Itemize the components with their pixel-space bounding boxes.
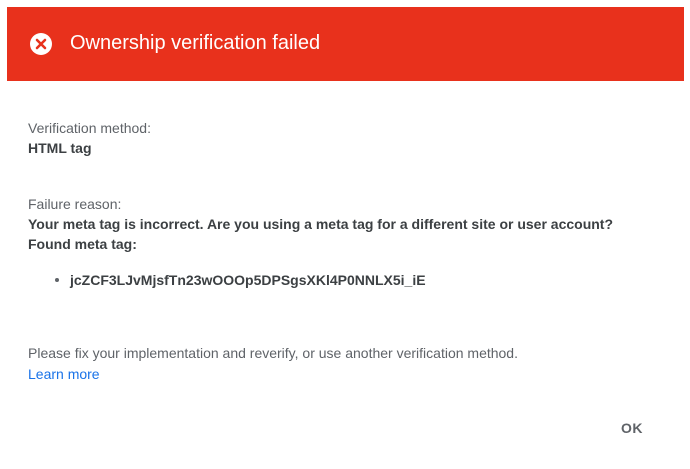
error-circle-x-icon <box>29 32 53 56</box>
verification-failed-dialog: Ownership verification failed Verificati… <box>0 0 690 469</box>
failure-reason-label: Failure reason: <box>28 196 122 212</box>
found-meta-tag-label: Found meta tag: <box>28 236 137 252</box>
verification-method-label: Verification method: <box>28 120 151 136</box>
dialog-title: Ownership verification failed <box>70 32 321 54</box>
found-meta-tag-item: jcZCF3LJvMjsfTn23wOOOp5DPSgsXKl4P0NNLX5i… <box>52 270 668 290</box>
found-meta-tag-list: jcZCF3LJvMjsfTn23wOOOp5DPSgsXKl4P0NNLX5i… <box>28 270 668 290</box>
fix-instructions: Please fix your implementation and rever… <box>28 345 518 361</box>
dialog-header: Ownership verification failed <box>7 7 684 81</box>
found-meta-tag-value: jcZCF3LJvMjsfTn23wOOOp5DPSgsXKl4P0NNLX5i… <box>70 272 426 288</box>
dialog-content: Verification method: HTML tag Failure re… <box>28 118 668 290</box>
ok-button[interactable]: OK <box>604 410 660 446</box>
bullet-icon <box>55 278 59 282</box>
verification-method-value: HTML tag <box>28 140 92 156</box>
failure-reason-text: Your meta tag is incorrect. Are you usin… <box>28 216 614 232</box>
learn-more-link[interactable]: Learn more <box>28 364 100 384</box>
